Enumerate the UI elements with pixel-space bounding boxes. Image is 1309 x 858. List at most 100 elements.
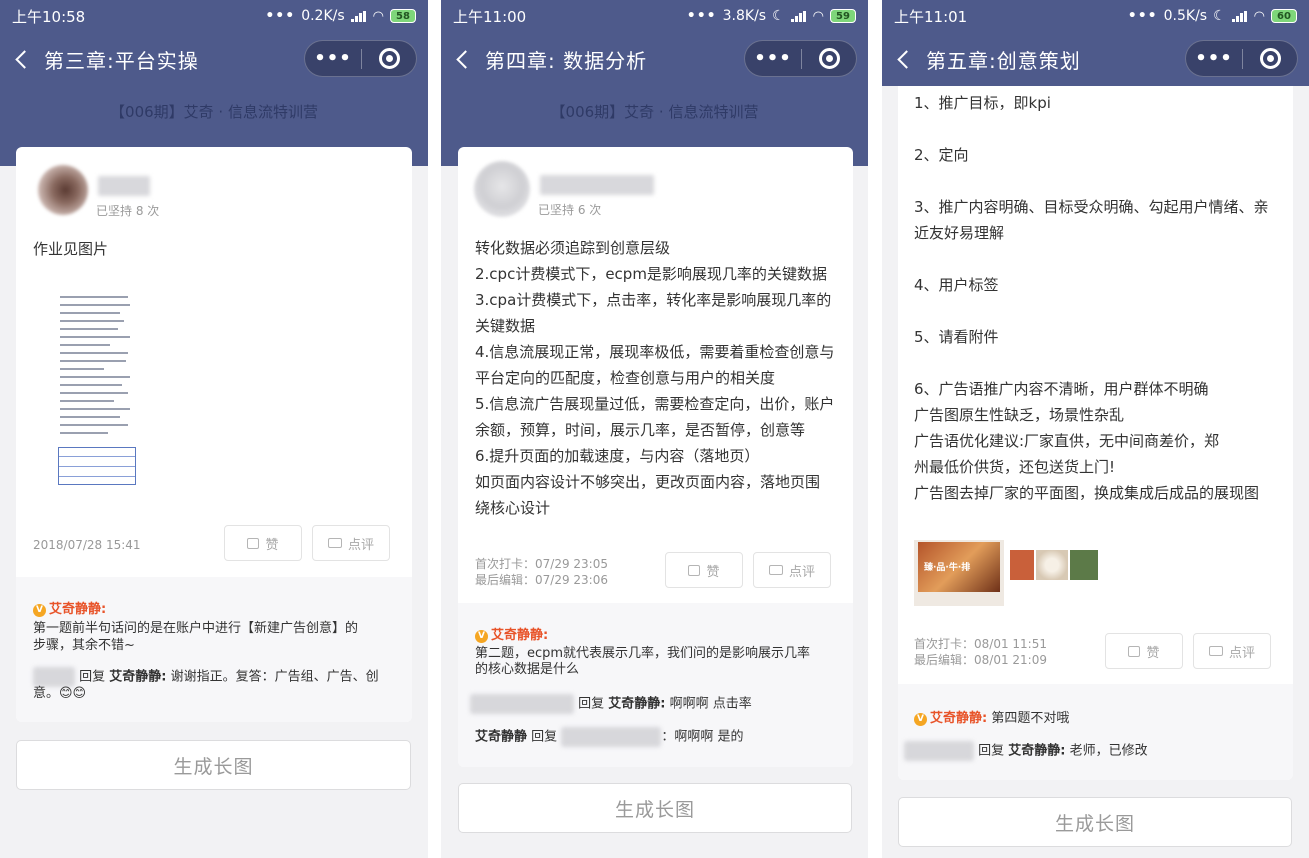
comment-item[interactable]: V 艾奇静静: <box>33 601 106 618</box>
target-close-icon <box>818 48 840 69</box>
blurred-username <box>98 176 150 196</box>
comment-item[interactable]: V 艾奇静静: <box>475 627 548 644</box>
reply-item[interactable]: 回复 艾奇静静: 老师，已修改 <box>904 741 1148 761</box>
verified-badge-icon: V <box>475 630 488 643</box>
verified-badge-icon: V <box>33 604 46 617</box>
like-button[interactable]: 赞 <box>224 525 302 561</box>
phone-screen-chapter-5: 上午11:01 ••• 0.5K/s ☾ ◠ 60 第五章:创意策划 ••• 1… <box>882 0 1309 858</box>
signal-icon <box>790 10 807 22</box>
comments-section: V 艾奇静静: 第二题，ecpm就代表展示几率，我们问的是影响展示几率 的核心数据… <box>458 603 853 767</box>
moon-icon: ☾ <box>772 8 785 24</box>
last-edit-date: 最后编辑：07/29 23:06 <box>475 573 608 587</box>
more-dots-icon: ••• <box>265 8 296 24</box>
wifi-icon: ◠ <box>372 8 384 24</box>
comment-icon <box>327 538 342 548</box>
verified-badge-icon: V <box>914 713 927 726</box>
nav-bar: 第三章:平台实操 ••• <box>0 32 428 86</box>
back-button[interactable] <box>441 32 481 86</box>
blurred-username <box>904 741 974 761</box>
reply-item[interactable]: 回复 艾奇静静: 谢谢指正。复答：广告组、广告、创 <box>33 667 379 687</box>
screenshot-collage: 上午10:58 ••• 0.2K/s ◠ 58 第三章:平台实操 ••• 【00… <box>0 0 1309 858</box>
comment-item[interactable]: V 艾奇静静: 第四题不对哦 <box>914 710 1069 727</box>
post-date: 2018/07/28 15:41 <box>33 538 141 552</box>
phone-screen-chapter-3: 上午10:58 ••• 0.2K/s ◠ 58 第三章:平台实操 ••• 【00… <box>0 0 428 858</box>
back-button[interactable] <box>882 32 922 86</box>
comment-text: 第一题前半句话问的是在账户中进行【新建广告创意】的 <box>33 621 359 636</box>
status-time: 上午11:01 <box>894 7 968 26</box>
comment-button[interactable]: 点评 <box>1193 633 1271 669</box>
phone-screen-chapter-4: 上午11:00 ••• 3.8K/s ☾ ◠ 59 第四章: 数据分析 ••• … <box>441 0 868 858</box>
avatar <box>38 165 88 215</box>
comment-text: 步骤，其余不错~ <box>33 638 135 653</box>
blurred-username <box>540 175 654 195</box>
target-close-icon <box>378 48 400 69</box>
reply-item[interactable]: 回复 艾奇静静: 啊啊啊 点击率 <box>470 694 752 714</box>
status-bar: 上午10:58 ••• 0.2K/s ◠ 58 <box>0 0 428 32</box>
battery-icon: 60 <box>1271 9 1297 23</box>
camp-name: 【006期】艾奇 · 信息流特训营 <box>110 103 318 121</box>
post-card: 已坚持 8 次 作业见图片 2018/07/28 15:41 赞 点评 V 艾奇… <box>16 147 412 722</box>
wifi-icon: ◠ <box>812 8 824 24</box>
comment-button[interactable]: 点评 <box>753 552 831 588</box>
thumbs-up-icon <box>688 564 701 576</box>
more-dots-icon: ••• <box>1127 8 1158 24</box>
target-close-icon <box>1259 48 1281 69</box>
close-miniprogram-button[interactable] <box>362 48 416 69</box>
attachment-image-2[interactable] <box>1006 526 1100 606</box>
thumbs-up-icon <box>1128 645 1141 657</box>
nav-bar: 第五章:创意策划 ••• <box>882 32 1309 86</box>
thumbs-up-icon <box>247 537 260 549</box>
miniprogram-capsule: ••• <box>304 40 417 77</box>
first-checkin-date: 首次打卡：08/01 11:51 <box>914 637 1047 651</box>
blurred-username <box>470 694 574 714</box>
last-edit-date: 最后编辑：08/01 21:09 <box>914 653 1047 667</box>
post-card: 1、推广目标，即kpi 2、定向 3、推广内容明确、目标受众明确、勾起用户情绪、… <box>898 86 1293 780</box>
comment-text: 第二题，ecpm就代表展示几率，我们问的是影响展示几率 <box>475 646 811 661</box>
attachment-image-1[interactable]: 臻·品·牛·排 <box>914 526 1004 606</box>
close-miniprogram-button[interactable] <box>802 48 856 69</box>
streak-count: 已坚持 6 次 <box>538 203 602 217</box>
more-menu-button[interactable]: ••• <box>305 48 361 69</box>
blurred-username <box>33 667 75 687</box>
post-text: 作业见图片 <box>33 240 109 258</box>
generate-long-image-button[interactable]: 生成长图 <box>16 740 411 790</box>
comments-section: V 艾奇静静: 第一题前半句话问的是在账户中进行【新建广告创意】的 步骤，其余不错… <box>16 577 412 722</box>
homework-image[interactable] <box>44 282 144 492</box>
network-speed: 3.8K/s <box>722 8 767 24</box>
like-button[interactable]: 赞 <box>1105 633 1183 669</box>
status-time: 上午10:58 <box>12 7 86 26</box>
camp-name: 【006期】艾奇 · 信息流特训营 <box>550 103 759 121</box>
battery-icon: 58 <box>390 9 416 23</box>
signal-icon <box>350 10 367 22</box>
comment-text: 的核心数据是什么 <box>475 662 580 677</box>
status-bar: 上午11:00 ••• 3.8K/s ☾ ◠ 59 <box>441 0 868 32</box>
post-text: 1、推广目标，即kpi 2、定向 3、推广内容明确、目标受众明确、勾起用户情绪、… <box>914 94 1269 502</box>
comment-button[interactable]: 点评 <box>312 525 390 561</box>
generate-long-image-button[interactable]: 生成长图 <box>458 783 852 833</box>
status-time: 上午11:00 <box>453 7 527 26</box>
reply-item[interactable]: 艾奇静静 回复 ：啊啊啊 是的 <box>475 727 743 747</box>
status-bar: 上午11:01 ••• 0.5K/s ☾ ◠ 60 <box>882 0 1309 32</box>
battery-icon: 59 <box>830 9 856 23</box>
miniprogram-capsule: ••• <box>744 40 857 77</box>
comments-section: V 艾奇静静: 第四题不对哦 回复 艾奇静静: 老师，已修改 <box>898 684 1293 780</box>
more-dots-icon: ••• <box>686 8 717 24</box>
chevron-left-icon <box>896 49 916 69</box>
back-button[interactable] <box>0 32 40 86</box>
like-button[interactable]: 赞 <box>665 552 743 588</box>
streak-count: 已坚持 8 次 <box>96 204 160 218</box>
close-miniprogram-button[interactable] <box>1243 48 1297 69</box>
avatar <box>474 161 530 217</box>
more-menu-button[interactable]: ••• <box>745 48 801 69</box>
comment-icon <box>768 565 783 575</box>
nav-bar: 第四章: 数据分析 ••• <box>441 32 868 86</box>
first-checkin-date: 首次打卡：07/29 23:05 <box>475 557 608 571</box>
generate-long-image-button[interactable]: 生成长图 <box>898 797 1292 847</box>
more-menu-button[interactable]: ••• <box>1186 48 1242 69</box>
network-speed: 0.5K/s <box>1163 8 1208 24</box>
chevron-left-icon <box>14 49 34 69</box>
chevron-left-icon <box>455 49 475 69</box>
post-card: 已坚持 6 次 转化数据必须追踪到创意层级 2.cpc计费模式下，ecpm是影响… <box>458 147 853 767</box>
wifi-icon: ◠ <box>1253 8 1265 24</box>
network-speed: 0.2K/s <box>301 8 345 24</box>
